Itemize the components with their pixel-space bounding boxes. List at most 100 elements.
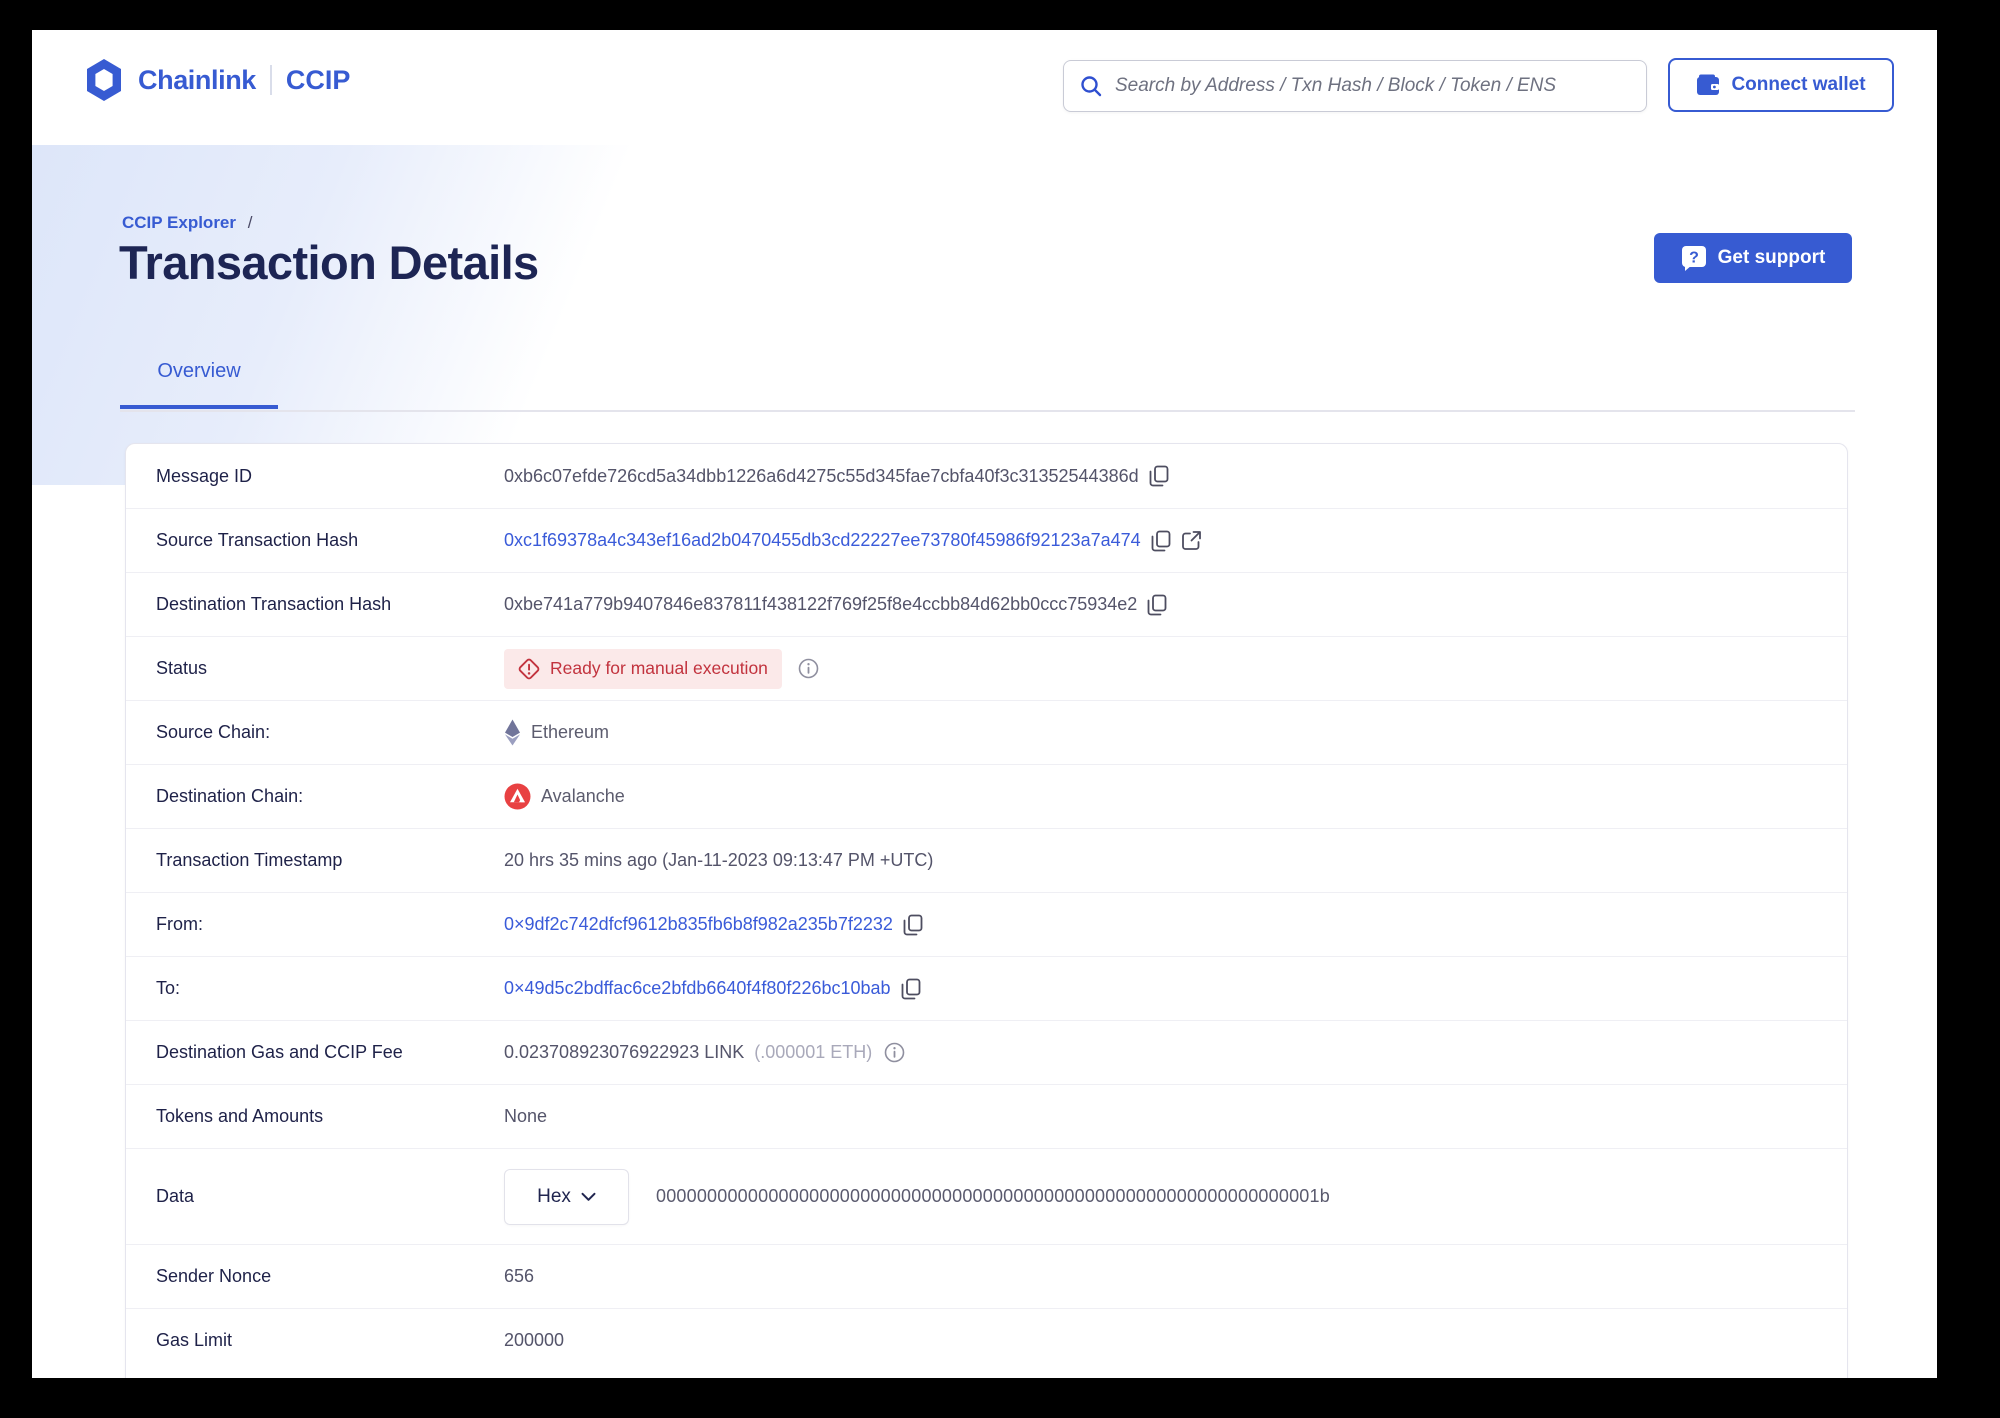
row-value: 0×49d5c2bdffac6ce2bfdb6640f4f80f226bc10b… <box>504 978 921 1000</box>
row-value: 0.023708923076922923 LINK (.000001 ETH) <box>504 1042 905 1063</box>
value-text: 20 hrs 35 mins ago (Jan-11-2023 09:13:47… <box>504 850 934 870</box>
external-link-icon <box>1181 530 1202 551</box>
chevron-down-icon <box>581 1192 596 1202</box>
value-text: 0xbe741a779b9407846e837811f438122f769f25… <box>504 594 1138 614</box>
detail-row: Transaction Timestamp 20 hrs 35 mins ago … <box>126 828 1847 892</box>
detail-row: Tokens and Amounts None <box>126 1084 1847 1148</box>
copy-icon <box>1149 465 1169 487</box>
detail-row: Source Chain: Ethereum <box>126 700 1847 764</box>
row-label: Source Chain: <box>156 722 271 742</box>
brand[interactable]: Chainlink CCIP <box>84 58 350 102</box>
copy-button[interactable] <box>1151 530 1171 552</box>
brand-divider <box>269 65 272 95</box>
breadcrumb-link[interactable]: CCIP Explorer <box>122 213 236 232</box>
row-value: 0xc1f69378a4c343ef16ad2b0470455db3cd2222… <box>504 530 1202 552</box>
detail-row: Destination Transaction Hash 0xbe741a779b… <box>126 572 1847 636</box>
copy-button[interactable] <box>903 914 923 936</box>
detail-row: Status Ready for manual execution <box>126 636 1847 700</box>
row-value: 0×9df2c742dfcf9612b835fb6b8f982a235b7f22… <box>504 914 923 936</box>
value-text: None <box>504 1106 548 1126</box>
svg-text:?: ? <box>1689 250 1699 267</box>
row-label: Status <box>156 658 208 678</box>
value-text: 200000 <box>504 1330 565 1350</box>
brand-name: Chainlink <box>138 64 256 95</box>
row-label: Source Transaction Hash <box>156 530 359 550</box>
chainlink-hexagon-icon <box>84 58 124 102</box>
detail-row: Gas Limit 200000 <box>126 1308 1847 1372</box>
row-value: Hex 0000000000000000000000000000000000000… <box>504 1168 1330 1225</box>
detail-row: Destination Gas and CCIP Fee 0.0237089230… <box>126 1020 1847 1084</box>
row-label: Destination Transaction Hash <box>156 594 392 614</box>
detail-row: Data Hex 000000000000000000000000000000000… <box>126 1148 1847 1244</box>
wallet-icon <box>1696 74 1720 96</box>
data-hex-value: 0000000000000000000000000000000000000000… <box>656 1186 1330 1206</box>
detail-row: Source Transaction Hash 0xc1f69378a4c343e… <box>126 508 1847 572</box>
copy-icon <box>1151 530 1171 552</box>
value-link[interactable]: 0×49d5c2bdffac6ce2bfdb6640f4f80f226bc10b… <box>504 978 891 999</box>
info-icon <box>798 658 819 679</box>
breadcrumb-separator: / <box>247 213 253 232</box>
data-format-label: Hex <box>537 1185 571 1207</box>
row-label: Gas Limit <box>156 1330 233 1350</box>
row-value: Avalanche <box>504 783 625 810</box>
warning-diamond-icon <box>518 658 540 680</box>
value-link[interactable]: 0xc1f69378a4c343ef16ad2b0470455db3cd2222… <box>504 530 1141 551</box>
row-label: Destination Chain: <box>156 786 304 806</box>
row-label: To: <box>156 978 181 998</box>
value-link[interactable]: 0×9df2c742dfcf9612b835fb6b8f982a235b7f22… <box>504 914 893 935</box>
get-support-button[interactable]: ? Get support <box>1654 233 1852 283</box>
row-label: Message ID <box>156 465 253 486</box>
status-text: Ready for manual execution <box>550 658 768 678</box>
search-icon <box>1080 75 1102 97</box>
copy-icon <box>901 978 921 1000</box>
fee-primary: 0.023708923076922923 LINK <box>504 1042 745 1062</box>
page-title: Transaction Details <box>119 236 539 289</box>
row-label: Destination Gas and CCIP Fee <box>156 1042 403 1062</box>
row-value: 200000 <box>504 1330 564 1351</box>
tab-divider-line <box>120 410 1855 412</box>
row-value: Ready for manual execution <box>504 648 819 689</box>
row-label: Sender Nonce <box>156 1266 272 1286</box>
info-button[interactable] <box>798 658 819 679</box>
search-box[interactable] <box>1063 60 1647 112</box>
row-label: Tokens and Amounts <box>156 1106 324 1126</box>
value-text: 0xb6c07efde726cd5a34dbb1226a6d4275c55d34… <box>504 465 1139 486</box>
chain-name: Avalanche <box>541 786 625 806</box>
connect-wallet-button[interactable]: Connect wallet <box>1668 58 1894 112</box>
app-window: Chainlink CCIP Connect <box>32 30 1937 1378</box>
avalanche-chain-value: Avalanche <box>504 783 625 810</box>
get-support-label: Get support <box>1717 247 1826 268</box>
detail-row: From: 0×9df2c742dfcf9612b835fb6b8f982a235… <box>126 892 1847 956</box>
copy-button[interactable] <box>1147 594 1167 616</box>
brand-product: CCIP <box>285 64 351 95</box>
ethereum-icon <box>504 719 521 746</box>
row-value: Ethereum <box>504 719 609 746</box>
row-value: 656 <box>504 1266 534 1287</box>
avalanche-icon <box>504 783 531 810</box>
connect-wallet-label: Connect wallet <box>1731 74 1866 95</box>
top-header: Chainlink CCIP Connect <box>32 30 1937 145</box>
question-bubble-icon: ? <box>1681 245 1707 271</box>
breadcrumb: CCIP Explorer / <box>122 213 252 233</box>
tab-overview[interactable]: Overview <box>120 360 278 409</box>
status-badge: Ready for manual execution <box>504 648 782 689</box>
row-label: Transaction Timestamp <box>156 850 343 870</box>
row-value: None <box>504 1106 547 1127</box>
detail-row: Message ID 0xb6c07efde726cd5a34dbb1226a6d… <box>126 444 1847 508</box>
copy-button[interactable] <box>901 978 921 1000</box>
data-format-selector[interactable]: Hex <box>504 1168 629 1225</box>
fee-secondary: (.000001 ETH) <box>754 1042 873 1062</box>
chain-name: Ethereum <box>531 722 610 742</box>
external-link-button[interactable] <box>1181 530 1202 551</box>
details-card: Message ID 0xb6c07efde726cd5a34dbb1226a6d… <box>125 443 1848 1378</box>
detail-row: Sender Nonce 656 <box>126 1244 1847 1308</box>
search-input[interactable] <box>1115 75 1630 97</box>
row-label: Data <box>156 1186 195 1206</box>
copy-icon <box>903 914 923 936</box>
ethereum-chain-value: Ethereum <box>504 719 609 746</box>
row-value: 20 hrs 35 mins ago (Jan-11-2023 09:13:47… <box>504 850 933 871</box>
info-button[interactable] <box>884 1042 905 1063</box>
info-icon <box>884 1042 905 1063</box>
copy-icon <box>1147 594 1167 616</box>
copy-button[interactable] <box>1149 465 1169 487</box>
